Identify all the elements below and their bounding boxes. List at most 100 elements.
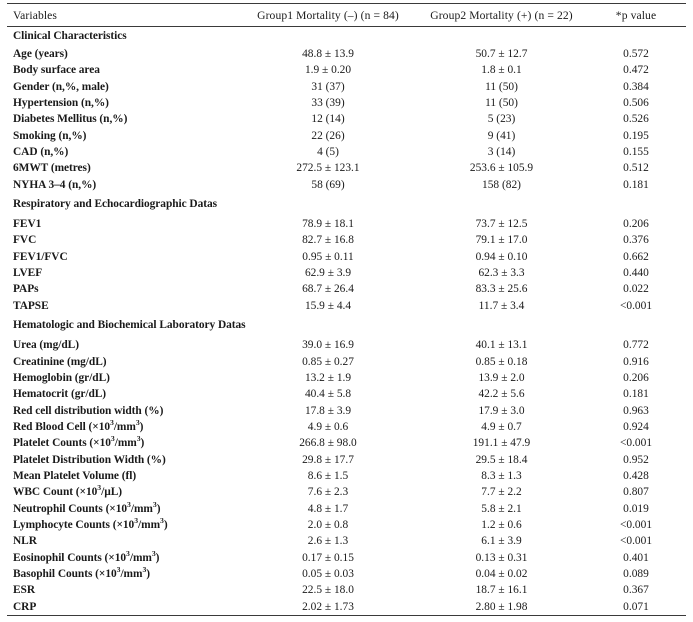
table-row: Red Blood Cell (×103/mm3) 4.9 ± 0.6 4.9 ± …	[7, 419, 686, 435]
variable-label: FVC	[13, 234, 37, 247]
column-header-variables: Variables	[7, 3, 243, 27]
value-group1: 2.02 ± 1.73	[243, 598, 413, 616]
value-pvalue: 0.428	[623, 469, 649, 482]
column-header-pvalue: *p value	[590, 3, 686, 27]
table-row: Red cell distribution width (%) 17.8 ± 3.…	[7, 403, 686, 419]
variable-label: Eosinophil Counts (×103/mm3)	[13, 548, 160, 564]
value-group2: 79.1 ± 17.0	[475, 234, 528, 247]
table-row: Creatinine (mg/dL) 0.85 ± 0.27 0.85 ± 0.18…	[7, 354, 686, 370]
value-pvalue: 0.071	[590, 598, 686, 616]
section-title: Respiratory and Echocardiographic Datas	[13, 198, 218, 211]
variable-label: TAPSE	[13, 299, 49, 312]
value-group1: 2.6 ± 1.3	[307, 535, 349, 548]
variable-label: Gender (n,%, male)	[13, 80, 109, 93]
value-group1: 0.05 ± 0.03	[302, 567, 354, 580]
value-pvalue: 0.512	[623, 162, 649, 175]
variable-label: PAPs	[13, 283, 39, 296]
value-group1: 62.9 ± 3.9	[304, 267, 352, 280]
variable-label: Mean Platelet Volume (fl)	[13, 469, 137, 482]
variable-label: CRP	[7, 598, 243, 616]
variable-label: ESR	[13, 584, 36, 597]
value-group2: 73.7 ± 12.5	[475, 218, 528, 231]
value-group2: 1.8 ± 0.1	[481, 64, 522, 77]
section-spacer-pvalue	[590, 314, 686, 337]
table-row: Diabetes Mellitus (n,%) 12 (14) 5 (23) 0.52…	[7, 111, 686, 127]
value-group1: 48.8 ± 13.9	[302, 48, 354, 60]
value-group1: 266.8 ± 98.0	[299, 437, 357, 450]
table-row: ESR 22.5 ± 18.0 18.7 ± 16.1 0.367	[7, 582, 686, 598]
value-pvalue: 0.952	[623, 453, 649, 466]
variable-label: Body surface area	[13, 64, 100, 77]
value-pvalue: <0.001	[619, 437, 653, 450]
value-group2: 0.94 ± 0.10	[475, 250, 528, 263]
variable-label: Hematocrit (gr/dL)	[13, 388, 107, 401]
value-group1: 0.95 ± 0.11	[302, 250, 354, 263]
variable-label: Lymphocyte Counts (×103/mm3)	[13, 516, 168, 531]
value-pvalue: <0.001	[619, 518, 653, 531]
value-group1: 4.9 ± 0.6	[307, 420, 349, 433]
table-row: NYHA 3–4 (n,%) 58 (69) 158 (82) 0.181	[7, 177, 686, 193]
table-row: Neutrophil Counts (×103/mm3) 4.8 ± 1.7 5.8…	[7, 500, 686, 517]
value-group1: 78.9 ± 18.1	[302, 218, 354, 231]
value-pvalue: 0.376	[623, 234, 649, 247]
table-row: 6MWT (metres) 272.5 ± 123.1 253.6 ± 105.9 0…	[7, 160, 686, 176]
table-row: Body surface area 1.9 ± 0.20 1.8 ± 0.1 0.47…	[7, 62, 686, 78]
section-spacer-group1	[243, 314, 413, 337]
value-group2: 2.80 ± 1.98	[413, 598, 590, 616]
statistics-table-container: Variables Group1 Mortality (–) (n = 84) …	[7, 3, 686, 616]
value-group1: 4 (5)	[317, 146, 339, 159]
value-group2: 5.8 ± 2.1	[481, 502, 522, 515]
section-spacer-group2	[413, 27, 590, 47]
value-pvalue: 0.572	[623, 48, 649, 60]
variable-label: 6MWT (metres)	[13, 162, 91, 175]
value-group1: 7.6 ± 2.3	[307, 486, 349, 499]
value-group2: 50.7 ± 12.7	[475, 48, 528, 60]
value-group1: 15.9 ± 4.4	[304, 299, 352, 312]
table-row: Basophil Counts (×103/mm3) 0.05 ± 0.03 0.0…	[7, 566, 686, 582]
comparison-statistics-table: Variables Group1 Mortality (–) (n = 84) …	[7, 3, 686, 616]
section-spacer-group1	[243, 193, 413, 216]
table-row: Hypertension (n,%) 33 (39) 11 (50) 0.506	[7, 95, 686, 111]
value-group1: 1.9 ± 0.20	[304, 64, 352, 77]
table-row: NLR 2.6 ± 1.3 6.1 ± 3.9 <0.001	[7, 533, 686, 549]
value-group1: 17.8 ± 3.9	[304, 404, 352, 417]
table-row: TAPSE 15.9 ± 4.4 11.7 ± 3.4 <0.001	[7, 298, 686, 314]
value-pvalue: 0.206	[623, 218, 649, 231]
value-group2: 13.9 ± 2.0	[478, 371, 525, 384]
value-pvalue: 0.089	[623, 567, 649, 580]
value-group1: 33 (39)	[311, 97, 345, 110]
table-row: Hemoglobin (gr/dL) 13.2 ± 1.9 13.9 ± 2.0 0.…	[7, 370, 686, 386]
value-group2: 1.2 ± 0.6	[481, 518, 522, 531]
section-spacer-group2	[413, 314, 590, 337]
value-group2: 8.3 ± 1.3	[481, 469, 522, 482]
section-spacer-group2	[413, 193, 590, 216]
value-pvalue: 0.963	[623, 404, 649, 417]
variable-label: Hypertension (n,%)	[13, 97, 109, 110]
value-pvalue: 0.662	[623, 250, 649, 263]
value-group2: 3 (14)	[487, 146, 516, 159]
value-group2: 158 (82)	[482, 178, 521, 191]
value-pvalue: 0.916	[623, 355, 649, 368]
table-row: CAD (n,%) 4 (5) 3 (14) 0.155	[7, 144, 686, 160]
value-pvalue: 0.384	[623, 80, 649, 93]
value-pvalue: 0.181	[623, 388, 649, 401]
value-group2: 9 (41)	[487, 129, 516, 142]
variable-label: Platelet Counts (×103/mm3)	[13, 434, 145, 450]
table-row: CRP 2.02 ± 1.73 2.80 ± 1.98 0.071	[7, 598, 686, 616]
variable-label: FEV1/FVC	[13, 250, 68, 263]
value-group2: 0.85 ± 0.18	[475, 355, 528, 368]
column-header-group2: Group2 Mortality (+) (n = 22)	[413, 3, 590, 27]
table-row: LVEF 62.9 ± 3.9 62.3 ± 3.3 0.440	[7, 265, 686, 281]
table-row: Gender (n,%, male) 31 (37) 11 (50) 0.384	[7, 79, 686, 95]
value-pvalue: 0.401	[623, 551, 649, 564]
value-group2: 6.1 ± 3.9	[481, 535, 522, 548]
value-group1: 58 (69)	[311, 178, 345, 191]
table-row: Urea (mg/dL) 39.0 ± 16.9 40.1 ± 13.1 0.772	[7, 337, 686, 353]
value-pvalue: 0.924	[623, 420, 649, 433]
table-row: Age (years) 48.8 ± 13.9 50.7 ± 12.7 0.572	[7, 46, 686, 62]
table-row: FEV1 78.9 ± 18.1 73.7 ± 12.5 0.206	[7, 216, 686, 232]
value-group1: 68.7 ± 26.4	[302, 283, 354, 296]
value-group1: 4.8 ± 1.7	[307, 502, 349, 515]
value-group2: 62.3 ± 3.3	[478, 267, 525, 280]
value-group1: 272.5 ± 123.1	[296, 162, 360, 175]
